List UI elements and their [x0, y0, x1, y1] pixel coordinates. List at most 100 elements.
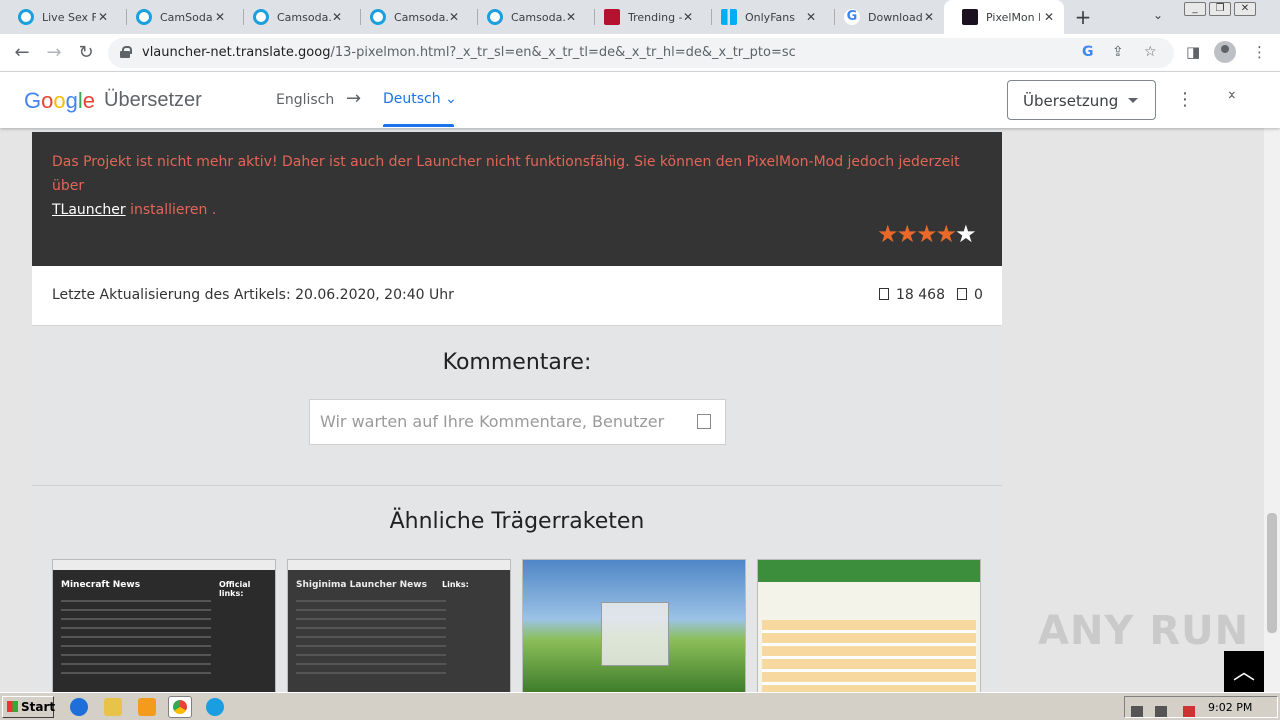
target-language[interactable]: Deutsch ⌄: [383, 91, 457, 107]
tlauncher-link[interactable]: TLauncher: [52, 202, 126, 218]
comment-input[interactable]: Wir warten auf Ihre Kommentare, Benutzer: [309, 399, 726, 445]
thumb-caption: Minecraft News: [61, 580, 141, 590]
minimize-button[interactable]: _: [1184, 2, 1206, 16]
side-panel-icon[interactable]: ◨: [1186, 43, 1200, 61]
similar-launcher-thumb[interactable]: Shiginima Launcher News Links:: [287, 559, 511, 692]
folder-icon[interactable]: [104, 698, 122, 716]
comment-icon[interactable]: [697, 414, 711, 429]
similar-launcher-thumb[interactable]: [522, 559, 746, 692]
tab-camsoda-1[interactable]: CamSoda.c ✕: [118, 0, 235, 34]
url-text[interactable]: vlauncher-net.translate.goog/13-pixelmon…: [142, 45, 796, 60]
tab-live-sex[interactable]: Live Sex Fr ✕: [0, 0, 118, 34]
scrollbar-thumb[interactable]: [1267, 513, 1277, 633]
inactive-notice: Das Projekt ist nicht mehr aktiv! Daher …: [52, 154, 960, 218]
similar-launcher-thumb[interactable]: Minecraft News Official links:: [52, 559, 276, 692]
close-icon[interactable]: ✕: [215, 10, 225, 24]
google-logo: Google: [24, 88, 96, 113]
scroll-to-top-button[interactable]: ︿: [1224, 651, 1264, 692]
close-icon[interactable]: ✕: [1044, 10, 1054, 24]
trending-icon: [604, 9, 620, 25]
close-icon[interactable]: ✕: [806, 10, 816, 24]
start-button[interactable]: Start: [2, 696, 55, 718]
reload-icon[interactable]: ↻: [74, 41, 98, 65]
collapse-bar-icon[interactable]: ⌄ ⌃: [1226, 84, 1238, 108]
star-icon[interactable]: ★: [897, 220, 918, 248]
translation-mode-select[interactable]: Übersetzung: [1007, 80, 1156, 120]
back-arrow-icon[interactable]: ←: [10, 41, 34, 65]
camsoda-icon: [253, 9, 269, 25]
tab-title: CamSoda.c: [160, 10, 214, 24]
chevron-down-icon: ⌄: [445, 91, 457, 107]
network-icon[interactable]: [1155, 706, 1167, 717]
star-icon[interactable]: ★: [955, 220, 976, 248]
close-icon[interactable]: ✕: [98, 10, 108, 24]
close-icon[interactable]: ✕: [683, 10, 693, 24]
tab-camsoda-2[interactable]: Camsoda.c ✕: [235, 0, 352, 34]
star-icon[interactable]: ★: [936, 220, 957, 248]
views-icon: [879, 288, 889, 300]
tab-pixelmon[interactable]: PixelMon L ✕: [944, 0, 1064, 34]
restore-button[interactable]: ❐: [1209, 2, 1231, 16]
pixelmon-icon: [962, 9, 978, 25]
edge-icon[interactable]: [206, 698, 224, 716]
comment-placeholder: Wir warten auf Ihre Kommentare, Benutzer: [320, 412, 665, 431]
section-divider: [32, 485, 1002, 486]
tab-title: Trending - I: [628, 10, 682, 24]
tab-title: Camsoda.c: [394, 10, 448, 24]
tab-trending[interactable]: Trending - I ✕: [586, 0, 703, 34]
new-tab-button[interactable]: +: [1073, 5, 1093, 29]
google-icon: G: [844, 9, 860, 25]
star-icon[interactable]: ★: [916, 220, 937, 248]
onlyfans-icon: [721, 9, 737, 25]
comments-count: 0: [974, 287, 983, 303]
clock[interactable]: 9:02 PM: [1208, 701, 1252, 714]
close-icon[interactable]: ✕: [449, 10, 459, 24]
tab-title: Live Sex Fr: [42, 10, 96, 24]
rating-stars[interactable]: ★★★★★: [877, 220, 977, 248]
translate-bar: Google Übersetzer Englisch → Deutsch ⌄ Ü…: [0, 72, 1280, 128]
media-player-icon[interactable]: [138, 698, 156, 716]
tab-title: Download: [868, 10, 922, 24]
tab-title: Camsoda.c: [511, 10, 565, 24]
profile-avatar-icon[interactable]: [1214, 41, 1236, 63]
star-icon[interactable]: ★: [877, 220, 898, 248]
google-lens-icon[interactable]: G: [1082, 44, 1094, 60]
source-language[interactable]: Englisch: [276, 92, 334, 108]
camsoda-icon: [18, 9, 34, 25]
translate-product-name: Übersetzer: [104, 89, 202, 111]
page-scrollbar[interactable]: [1264, 72, 1280, 692]
views-count: 18 468: [896, 287, 945, 303]
tab-title: Camsoda.c: [277, 10, 331, 24]
security-icon[interactable]: [1183, 706, 1195, 717]
target-language-underline: [383, 124, 454, 127]
dropdown-caret-icon: [1128, 98, 1138, 103]
close-icon[interactable]: ✕: [566, 10, 576, 24]
ie-icon[interactable]: [70, 698, 88, 716]
camsoda-icon: [136, 9, 152, 25]
close-icon[interactable]: ✕: [924, 10, 934, 24]
launcher-dialog-image: [601, 602, 669, 666]
forward-arrow-icon[interactable]: →: [42, 41, 66, 65]
bookmark-star-icon[interactable]: ☆: [1144, 44, 1157, 60]
thumb-side-label: Links:: [442, 580, 469, 589]
share-icon[interactable]: ⇪: [1112, 44, 1124, 60]
comments-heading: Kommentare:: [442, 350, 592, 375]
tab-download[interactable]: G Download ✕: [826, 0, 944, 34]
address-bar[interactable]: vlauncher-net.translate.goog/13-pixelmon…: [108, 38, 1174, 68]
chrome-taskbar-icon[interactable]: [168, 696, 192, 718]
volume-icon[interactable]: [1131, 706, 1143, 717]
watermark-logo: ANY RUN: [1038, 608, 1250, 654]
close-icon[interactable]: ✕: [332, 10, 342, 24]
browser-menu-icon[interactable]: ⋮: [1252, 43, 1267, 61]
similar-launcher-thumb[interactable]: [757, 559, 981, 692]
arrow-right-icon: →: [346, 88, 362, 109]
window-close-button[interactable]: ✕: [1234, 2, 1256, 16]
tab-strip: Live Sex Fr ✕ CamSoda.c ✕ Camsoda.c ✕ Ca…: [0, 0, 1280, 34]
tab-search-chevron-icon[interactable]: ⌄: [1153, 8, 1163, 22]
tab-onlyfans[interactable]: OnlyFans L ✕: [703, 0, 826, 34]
similar-launchers-heading: Ähnliche Trägerraketen: [389, 509, 645, 534]
tab-camsoda-4[interactable]: Camsoda.c ✕: [469, 0, 586, 34]
more-options-icon[interactable]: ⋮: [1176, 89, 1194, 110]
tab-camsoda-3[interactable]: Camsoda.c ✕: [352, 0, 469, 34]
camsoda-icon: [370, 9, 386, 25]
